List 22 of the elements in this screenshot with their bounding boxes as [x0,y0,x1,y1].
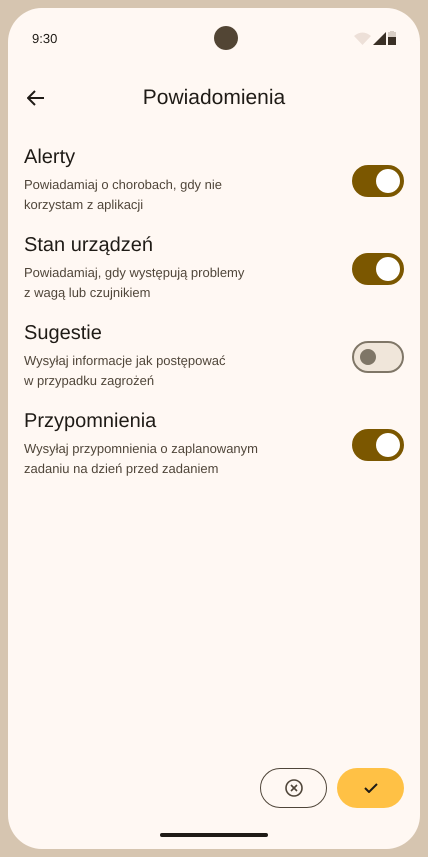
toggle-switch[interactable] [352,428,404,460]
setting-title: Alerty [24,146,76,169]
setting-title: Sugestie [24,322,103,345]
check-icon [364,783,378,793]
wifi-icon [354,32,371,44]
setting-description: Powiadamiaj, gdy występują problemy z wagą lub czujnikiem [24,264,244,302]
page-title: Powiadomienia [142,86,286,110]
signal-icon [373,32,386,44]
status-time: 9:30 [32,30,58,46]
setting-description: Powiadamiaj o chorobach, gdy nie korzystam z aplikacji [24,176,222,214]
setting-title: Stan urządzeń [24,234,154,257]
setting-title: Przypomnienia [24,410,158,433]
camera-icon [214,26,238,50]
setting-description: Wysyłaj informacje jak postępować w przypadku zagrożeń [24,352,226,390]
toggle-switch[interactable] [352,252,404,284]
toggle-switch[interactable] [352,164,404,196]
battery-icon [388,31,396,45]
toggle-switch[interactable] [352,340,404,372]
close-icon [284,779,302,797]
cancel-button[interactable] [260,768,327,808]
setting-description: Wysyłaj przypomnienia o zaplanowanym zadaniu na dzień przed zadaniem [24,440,258,478]
back-arrow-icon [27,90,45,106]
